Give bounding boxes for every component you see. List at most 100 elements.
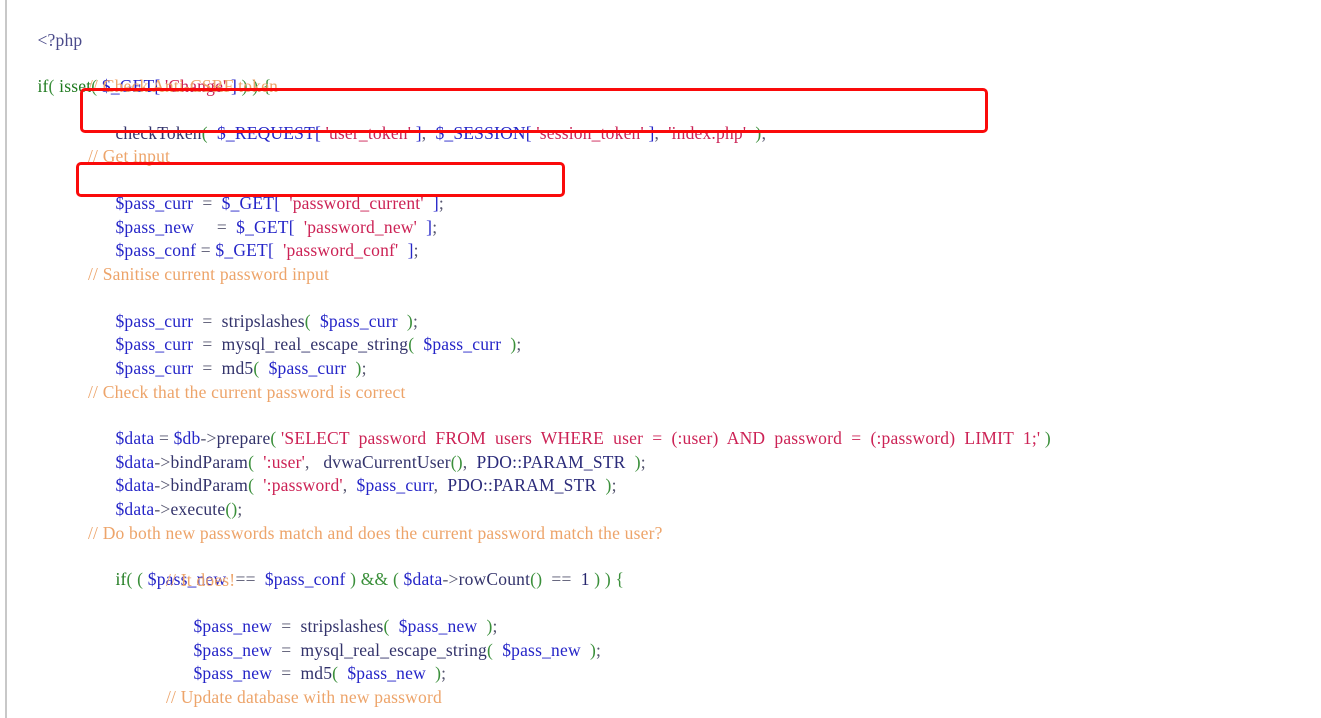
- code-line: $data->bindParam( ':user', dvwaCurrentUs…: [88, 428, 646, 472]
- code-line-clipped: $data = $db->prepare ( 'UPDATE users SET…: [166, 710, 987, 718]
- code-line: <?php: [10, 6, 82, 50]
- token-variable-data: $data: [403, 569, 443, 590]
- code-comment-line: // Update database with new password: [166, 687, 442, 707]
- token-arrow: ->: [442, 569, 459, 590]
- code-line: $pass_curr = mysql_real_escape_string( $…: [88, 310, 521, 354]
- token-string-index-php: 'index.php': [668, 123, 747, 144]
- code-line: $pass_conf = $_GET[ 'password_conf' ];: [88, 216, 419, 260]
- token-semicolon: ;: [441, 663, 447, 684]
- code-line: $pass_new = mysql_real_escape_string( $p…: [166, 616, 601, 660]
- token-semicolon: ;: [595, 640, 602, 661]
- token-logical-and: &&: [360, 569, 389, 590]
- token-assign: =: [281, 663, 292, 684]
- token-keyword-if: if: [37, 76, 49, 97]
- token-keyword-isset: isset: [59, 76, 92, 97]
- code-line: if( isset( $_GET[ 'Change' ] ) ) {: [10, 52, 271, 96]
- token-variable-pass-new: $pass_new: [347, 663, 426, 684]
- token-paren: ): [1044, 428, 1051, 449]
- token-variable-pass-curr: $pass_curr: [356, 475, 434, 496]
- token-brace: {: [615, 569, 625, 590]
- token-variable-data: $data: [115, 499, 155, 520]
- token-function-md5: md5: [221, 358, 254, 379]
- token-variable-pass-curr: $pass_curr: [268, 358, 347, 379]
- token-semicolon: ;: [516, 334, 522, 355]
- token-method-rowcount: rowCount: [458, 569, 531, 590]
- code-line: checkToken( $_REQUEST[ 'user_token' ], $…: [88, 99, 766, 143]
- code-line: $pass_curr = stripslashes( $pass_curr );: [88, 287, 418, 331]
- token-variable-pass-conf: $pass_conf: [115, 240, 197, 261]
- token-function-md5: md5: [300, 663, 333, 684]
- token-semicolon: ;: [761, 123, 767, 144]
- token-keyword-if: if: [115, 569, 127, 590]
- token-equality: ==: [235, 569, 256, 590]
- code-comment-line: // Do both new passwords match and does …: [88, 523, 663, 543]
- token-semicolon: ;: [432, 217, 438, 238]
- token-semicolon: ;: [361, 358, 367, 379]
- php-source-code-view[interactable]: <?php if( isset( $_GET[ 'Change' ] ) ) {…: [0, 0, 1321, 718]
- token-semicolon: ;: [438, 193, 444, 214]
- token-method-execute: execute: [170, 499, 226, 520]
- token-string-user-token: 'user_token': [325, 123, 412, 144]
- token-variable-pass-conf: $pass_conf: [264, 569, 346, 590]
- code-line: $data = $db->prepare( 'SELECT password F…: [88, 404, 1051, 448]
- token-assign: =: [202, 358, 213, 379]
- token-variable-pass-curr: $pass_curr: [115, 358, 194, 379]
- token-semicolon: ;: [611, 475, 617, 496]
- token-assign: =: [200, 240, 211, 261]
- code-comment-line: // Check Anti-CSRF token: [88, 76, 279, 96]
- code-line: $pass_new = md5( $pass_new );: [166, 639, 446, 683]
- code-comment-line: // It does!: [166, 570, 236, 590]
- token-string-password-conf: 'password_conf': [283, 240, 399, 261]
- token-number-1: 1: [580, 569, 590, 590]
- token-superglobal-session: $_SESSION: [435, 123, 526, 144]
- code-comment-line: // Check that the current password is co…: [88, 382, 406, 402]
- code-line: $data->execute();: [88, 475, 242, 519]
- token-function-checktoken: checkToken: [115, 123, 202, 144]
- token-string-session-token: 'session_token': [536, 123, 644, 144]
- code-line: $pass_new = $_GET[ 'password_new' ];: [88, 193, 437, 237]
- token-equality: ==: [551, 569, 572, 590]
- token-constant-pdo-param-str: PDO::PARAM_STR: [447, 475, 597, 496]
- token-semicolon: ;: [413, 240, 419, 261]
- token-arrow: ->: [154, 499, 171, 520]
- code-comment-line: // Sanitise current password input: [88, 264, 330, 284]
- code-comment-line: // Get input: [88, 146, 171, 166]
- token-variable-pass-new: $pass_new: [193, 663, 273, 684]
- code-line: if( ( $pass_new == $pass_conf ) && ( $da…: [88, 545, 624, 589]
- token-semicolon: ;: [640, 452, 646, 473]
- token-paren: (): [225, 499, 238, 520]
- left-gutter-rule: [5, 0, 7, 718]
- token-superglobal-request: $_REQUEST: [216, 123, 315, 144]
- token-superglobal-get: $_GET: [215, 240, 268, 261]
- token-paren: (): [530, 569, 543, 590]
- token-semicolon: ;: [237, 499, 243, 520]
- code-line: $pass_curr = $_GET[ 'password_current' ]…: [88, 169, 444, 213]
- code-line: $pass_curr = md5( $pass_curr );: [88, 334, 367, 378]
- token-variable-pass-new: $pass_new: [502, 640, 581, 661]
- code-line: $pass_new = stripslashes( $pass_new );: [166, 592, 498, 636]
- token-string-bind-password: ':password': [263, 475, 343, 496]
- code-line: $data->bindParam( ':password', $pass_cur…: [88, 451, 617, 495]
- token-variable-pass-curr: $pass_curr: [423, 334, 502, 355]
